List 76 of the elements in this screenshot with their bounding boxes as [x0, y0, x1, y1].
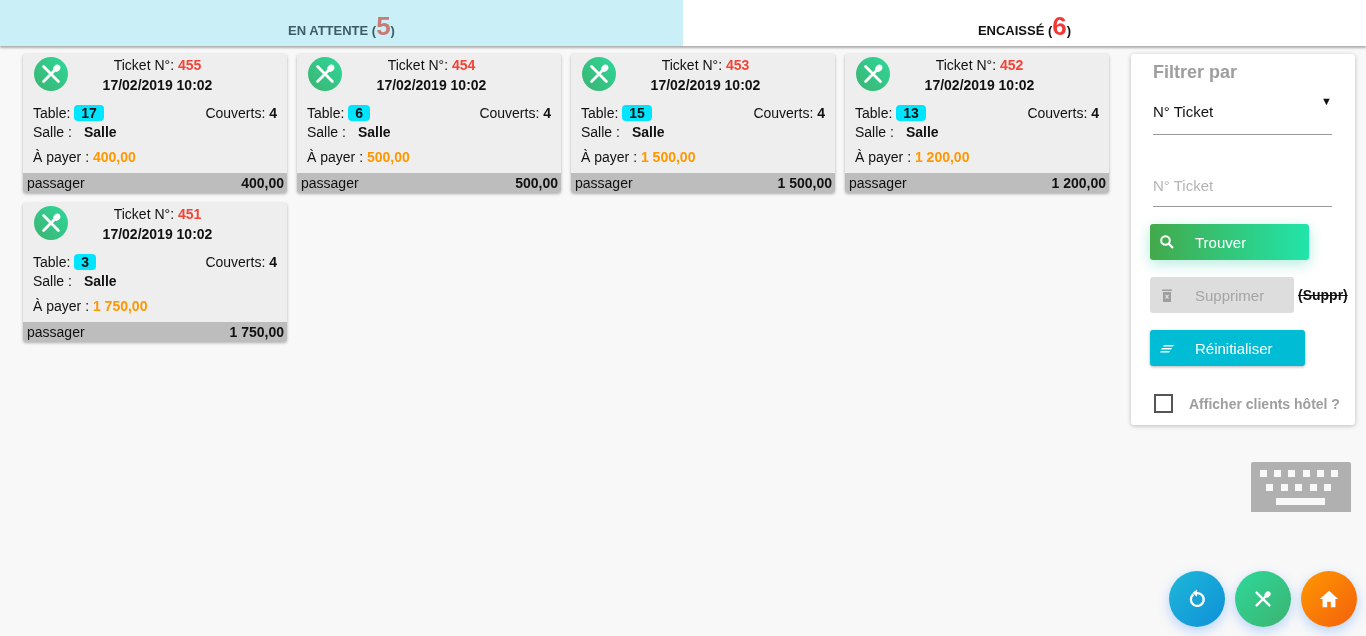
shortcut-hint: (Suppr)	[1298, 287, 1348, 303]
ticket-date: 17/02/2019 10:02	[102, 226, 213, 242]
table-number-badge: 3	[74, 254, 97, 270]
ticket-date: 17/02/2019 10:02	[650, 77, 761, 93]
ticket-card[interactable]: Ticket N°: 455 17/02/2019 10:02 Table: 17 Couverts: 4 Salle : Salle À payer : 400,00 passager 400,00	[23, 54, 287, 193]
table-number-badge: 13	[896, 105, 926, 121]
table-number-badge: 15	[622, 105, 652, 121]
room-label: Salle :	[855, 124, 894, 140]
total-amount: 1 750,00	[229, 324, 284, 340]
table-label: Table:	[855, 105, 893, 121]
room-name: Salle	[357, 124, 391, 140]
client-name: passager	[301, 175, 359, 191]
covers-count: Couverts: 4	[479, 105, 551, 121]
cutlery-icon	[34, 206, 68, 240]
ticket-date: 17/02/2019 10:02	[102, 77, 213, 93]
covers-count: Couverts: 4	[753, 105, 825, 121]
cutlery-icon	[856, 57, 890, 91]
keyboard-icon[interactable]	[1251, 462, 1351, 512]
table-label: Table:	[33, 105, 71, 121]
ticket-number: Ticket N°: 454	[387, 57, 476, 73]
table-label: Table:	[581, 105, 619, 121]
ticket-number: Ticket N°: 452	[935, 57, 1024, 73]
ticket-card[interactable]: Ticket N°: 454 17/02/2019 10:02 Table: 6 Couverts: 4 Salle : Salle À payer : 500,00 passager 500,00	[297, 54, 561, 193]
filter-title: Filtrer par	[1153, 62, 1238, 83]
ticket-number: Ticket N°: 455	[113, 57, 202, 73]
ticket-input-field[interactable]: N° Ticket	[1153, 173, 1332, 207]
room-name: Salle	[83, 124, 117, 140]
client-name: passager	[27, 324, 85, 340]
home-button[interactable]	[1301, 571, 1357, 627]
room-label: Salle :	[33, 124, 72, 140]
amount-due: À payer : 1 200,00	[855, 149, 970, 165]
hotel-clients-checkbox[interactable]	[1154, 394, 1173, 413]
cutlery-icon	[34, 57, 68, 91]
total-amount: 1 500,00	[777, 175, 832, 191]
trash-icon	[1159, 287, 1175, 303]
checkbox-label: Afficher clients hôtel ?	[1189, 395, 1340, 412]
ticket-card[interactable]: Ticket N°: 453 17/02/2019 10:02 Table: 15 Couverts: 4 Salle : Salle À payer : 1 500,00 passager 1 500,00	[571, 54, 835, 193]
table-label: Table:	[307, 105, 345, 121]
ticket-number: Ticket N°: 451	[113, 206, 202, 222]
total-amount: 400,00	[241, 175, 284, 191]
ticket-card[interactable]: Ticket N°: 451 17/02/2019 10:02 Table: 3 Couverts: 4 Salle : Salle À payer : 1 750,00 passager 1 750,00	[23, 203, 287, 342]
cutlery-icon	[582, 57, 616, 91]
status-tab[interactable]: ENCAISSÉ (6)	[683, 0, 1366, 46]
covers-count: Couverts: 4	[205, 254, 277, 270]
room-name: Salle	[905, 124, 939, 140]
total-amount: 1 200,00	[1051, 175, 1106, 191]
room-label: Salle :	[307, 124, 346, 140]
room-name: Salle	[631, 124, 665, 140]
client-name: passager	[575, 175, 633, 191]
client-name: passager	[849, 175, 907, 191]
ticket-card[interactable]: Ticket N°: 452 17/02/2019 10:02 Table: 13 Couverts: 4 Salle : Salle À payer : 1 200,00 passager 1 200,00	[845, 54, 1109, 193]
table-number-badge: 17	[74, 105, 104, 121]
filter-select[interactable]: N° Ticket ▼	[1153, 95, 1332, 135]
cutlery-button[interactable]	[1235, 571, 1291, 627]
ticket-date: 17/02/2019 10:02	[924, 77, 1035, 93]
room-label: Salle :	[581, 124, 620, 140]
covers-count: Couverts: 4	[1027, 105, 1099, 121]
ticket-date: 17/02/2019 10:02	[376, 77, 487, 93]
cutlery-icon	[308, 57, 342, 91]
table-label: Table:	[33, 254, 71, 270]
home-icon	[1318, 588, 1340, 610]
room-label: Salle :	[33, 273, 72, 289]
client-name: passager	[27, 175, 85, 191]
amount-due: À payer : 500,00	[307, 149, 410, 165]
amount-due: À payer : 400,00	[33, 149, 136, 165]
room-name: Salle	[83, 273, 117, 289]
amount-due: À payer : 1 500,00	[581, 149, 696, 165]
table-number-badge: 6	[348, 105, 371, 121]
total-amount: 500,00	[515, 175, 558, 191]
ticket-number: Ticket N°: 453	[661, 57, 750, 73]
amount-due: À payer : 1 750,00	[33, 298, 148, 314]
refresh-button[interactable]	[1169, 571, 1225, 627]
cutlery-icon	[1252, 588, 1274, 610]
search-icon	[1159, 234, 1175, 250]
covers-count: Couverts: 4	[205, 105, 277, 121]
status-tab[interactable]: EN ATTENTE (5)	[0, 0, 683, 46]
